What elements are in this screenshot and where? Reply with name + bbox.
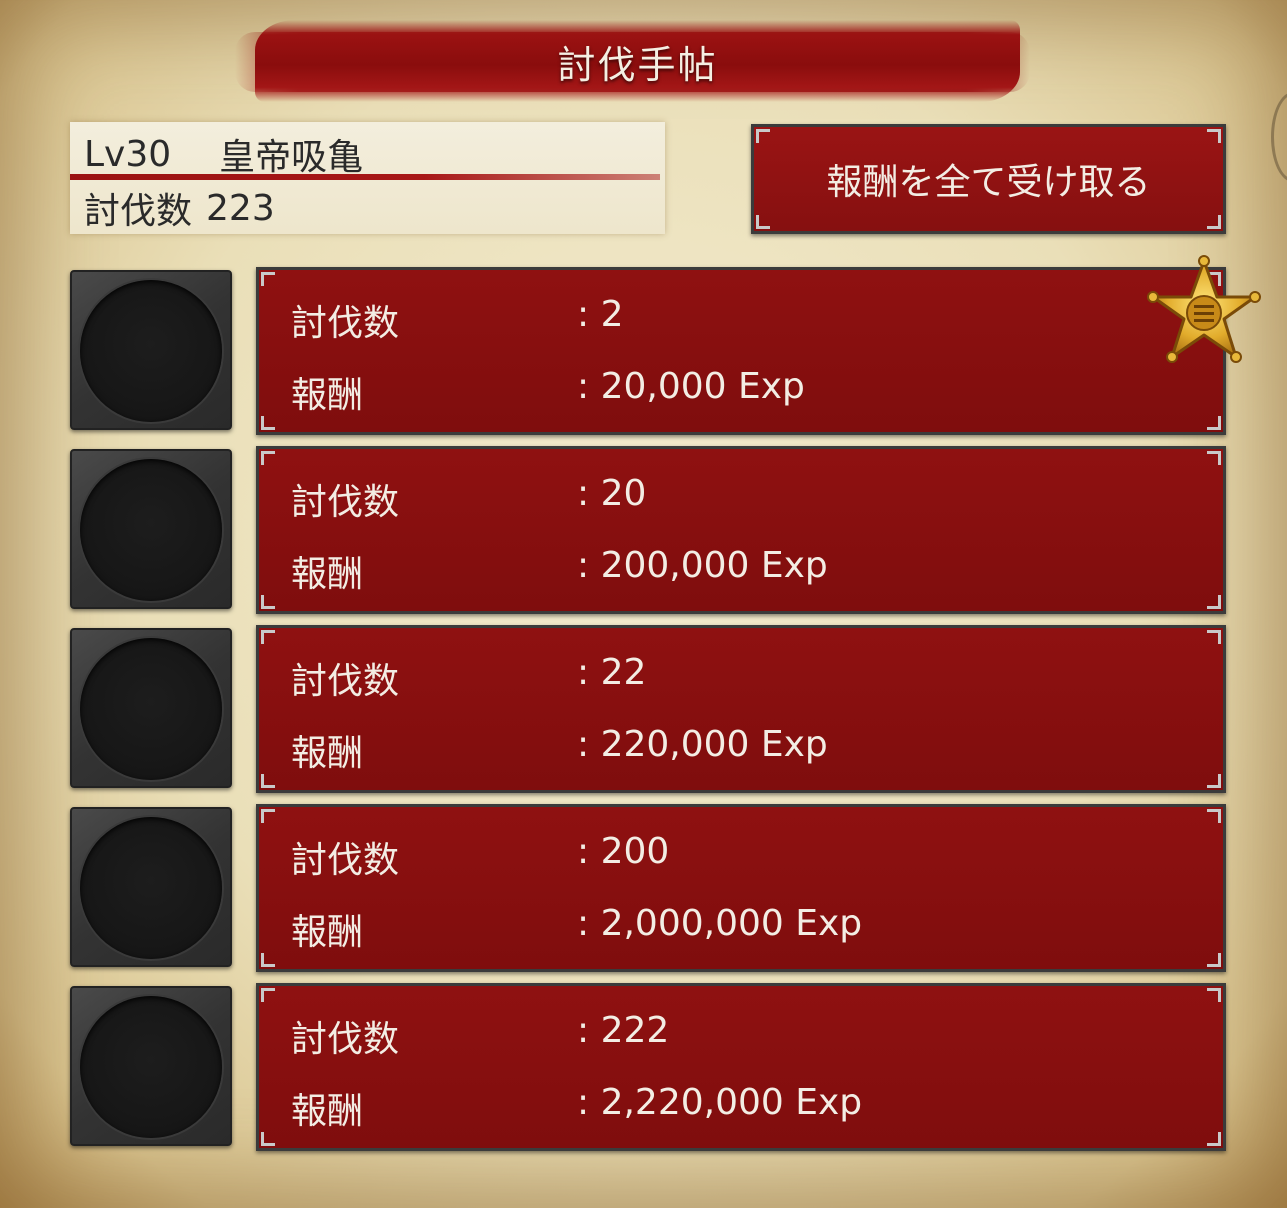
kill-requirement-label: 討伐数: [291, 303, 400, 344]
kill-requirement-label: 討伐数: [291, 661, 400, 702]
title-banner: 討伐手帖: [235, 20, 1030, 102]
monster-name-line: Lv30 皇帝吸亀: [84, 128, 363, 180]
kill-requirement-label: 討伐数: [291, 482, 400, 523]
kill-count-line: 討伐数 223: [84, 182, 275, 234]
kill-requirement-value: : 20: [577, 473, 647, 514]
frame-corner: [261, 272, 275, 286]
kill-requirement-label: 討伐数: [291, 840, 400, 881]
frame-corner: [1207, 451, 1221, 465]
kill-count-label: 討伐数: [84, 191, 193, 232]
empty-slot-icon: [80, 638, 222, 780]
kill-count-value: 223: [206, 187, 275, 229]
kill-requirement-value: : 200: [577, 831, 670, 872]
monster-info-panel: Lv30 皇帝吸亀 討伐数 223: [70, 122, 665, 234]
frame-corner: [1207, 988, 1221, 1002]
kill-requirement-value: : 222: [577, 1010, 670, 1051]
monster-level: Lv30: [84, 133, 172, 175]
frame-corner: [261, 953, 275, 967]
claim-all-rewards-button[interactable]: 報酬を全て受け取る: [751, 124, 1226, 234]
frame-corner: [1207, 416, 1221, 430]
red-divider: [70, 174, 660, 180]
reward-slot-5: [70, 986, 232, 1146]
claim-all-label: 報酬を全て受け取る: [826, 162, 1151, 203]
frame-corner: [756, 215, 770, 229]
page-title: 討伐手帖: [557, 42, 718, 87]
kill-requirement-label: 討伐数: [291, 1019, 400, 1060]
frame-corner: [261, 1132, 275, 1146]
frame-corner: [1207, 953, 1221, 967]
reward-row-5[interactable]: 討伐数 : 222 報酬 : 2,220,000 Exp: [256, 983, 1226, 1151]
reward-slot-1: [70, 270, 232, 430]
reward-row-4[interactable]: 討伐数 : 200 報酬 : 2,000,000 Exp: [256, 804, 1226, 972]
kill-requirement-value: : 22: [577, 652, 647, 693]
frame-corner: [1207, 809, 1221, 823]
frame-corner: [1207, 630, 1221, 644]
frame-corner: [261, 630, 275, 644]
frame-corner: [261, 416, 275, 430]
kill-requirement-value: : 2: [577, 294, 624, 335]
frame-corner: [1207, 774, 1221, 788]
reward-label: 報酬: [291, 1091, 364, 1132]
reward-slot-4: [70, 807, 232, 967]
reward-slot-3: [70, 628, 232, 788]
reward-row-1[interactable]: 討伐数 : 2 報酬 : 20,000 Exp: [256, 267, 1226, 435]
frame-corner: [261, 988, 275, 1002]
reward-value: : 200,000 Exp: [577, 545, 828, 586]
empty-slot-icon: [80, 996, 222, 1138]
reward-row-3[interactable]: 討伐数 : 22 報酬 : 220,000 Exp: [256, 625, 1226, 793]
reward-label: 報酬: [291, 554, 364, 595]
frame-corner: [1207, 215, 1221, 229]
reward-label: 報酬: [291, 733, 364, 774]
reward-value: : 2,220,000 Exp: [577, 1082, 863, 1123]
frame-corner: [261, 595, 275, 609]
frame-corner: [1207, 1132, 1221, 1146]
sheriff-star-icon: [1147, 255, 1261, 363]
reward-value: : 20,000 Exp: [577, 366, 805, 407]
frame-corner: [1207, 129, 1221, 143]
reward-slot-2: [70, 449, 232, 609]
empty-slot-icon: [80, 459, 222, 601]
empty-slot-icon: [80, 817, 222, 959]
reward-label: 報酬: [291, 375, 364, 416]
reward-row-2[interactable]: 討伐数 : 20 報酬 : 200,000 Exp: [256, 446, 1226, 614]
empty-slot-icon: [80, 280, 222, 422]
monster-name: 皇帝吸亀: [219, 137, 364, 178]
reward-label: 報酬: [291, 912, 364, 953]
reward-value: : 2,000,000 Exp: [577, 903, 863, 944]
frame-corner: [1207, 595, 1221, 609]
scroll-ring-decoration: [1271, 92, 1287, 182]
frame-corner: [261, 774, 275, 788]
frame-corner: [756, 129, 770, 143]
frame-corner: [261, 809, 275, 823]
reward-value: : 220,000 Exp: [577, 724, 828, 765]
frame-corner: [261, 451, 275, 465]
